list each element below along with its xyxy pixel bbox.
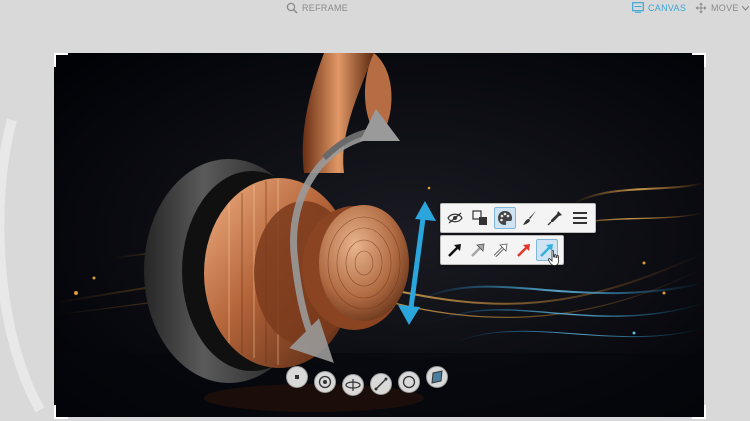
frame-corner-top-right xyxy=(692,53,706,67)
circle-icon xyxy=(402,375,416,389)
arrow-color-swatch[interactable] xyxy=(444,239,466,261)
plane-icon xyxy=(431,370,443,384)
menu-icon xyxy=(573,212,587,224)
circle-tool-button[interactable] xyxy=(398,371,420,393)
annotation-layer xyxy=(289,108,436,363)
rotation-arrow xyxy=(289,131,375,363)
target-tool-button[interactable] xyxy=(314,371,336,393)
frame-corner-bottom-left xyxy=(54,405,68,419)
arrow-color-row xyxy=(440,235,564,265)
rotate-tool-button[interactable] xyxy=(342,374,364,396)
brush-tool-button[interactable] xyxy=(519,207,541,229)
canvas-viewport[interactable] xyxy=(54,53,704,417)
plane-tool-button[interactable] xyxy=(426,366,448,388)
point-tool-button[interactable] xyxy=(286,366,308,388)
hand-cursor-icon xyxy=(548,250,559,266)
arrow-icon xyxy=(448,244,461,257)
target-icon xyxy=(318,375,332,389)
palette-icon xyxy=(498,211,512,225)
transform-toolbar xyxy=(286,365,456,397)
arrow-color-swatch[interactable] xyxy=(490,239,512,261)
dot-icon xyxy=(295,375,299,379)
color-palette-tool-button[interactable] xyxy=(494,207,516,229)
layers-icon xyxy=(472,210,487,225)
hide-tool-button[interactable] xyxy=(444,207,466,229)
layer-tool-button[interactable] xyxy=(469,207,491,229)
frame-corner-bottom-right xyxy=(692,405,706,419)
eyedropper-icon xyxy=(547,211,562,226)
eye-slash-icon xyxy=(447,212,463,224)
eyedropper-tool-button[interactable] xyxy=(544,207,566,229)
style-tools-row xyxy=(440,203,596,233)
line-tool-button[interactable] xyxy=(370,373,392,395)
frame-corner-top-left xyxy=(54,53,68,67)
move-arrow[interactable] xyxy=(398,201,436,325)
arrow-style-popover xyxy=(440,203,596,265)
arrow-color-swatch[interactable] xyxy=(467,239,489,261)
arrow-icon xyxy=(517,244,530,257)
arrow-icon xyxy=(471,243,485,257)
menu-tool-button[interactable] xyxy=(569,207,591,229)
orbit-icon xyxy=(345,379,361,391)
line-icon xyxy=(374,377,388,391)
arrow-color-swatch[interactable] xyxy=(513,239,535,261)
brush-icon xyxy=(523,211,536,225)
arrow-icon xyxy=(493,243,508,258)
